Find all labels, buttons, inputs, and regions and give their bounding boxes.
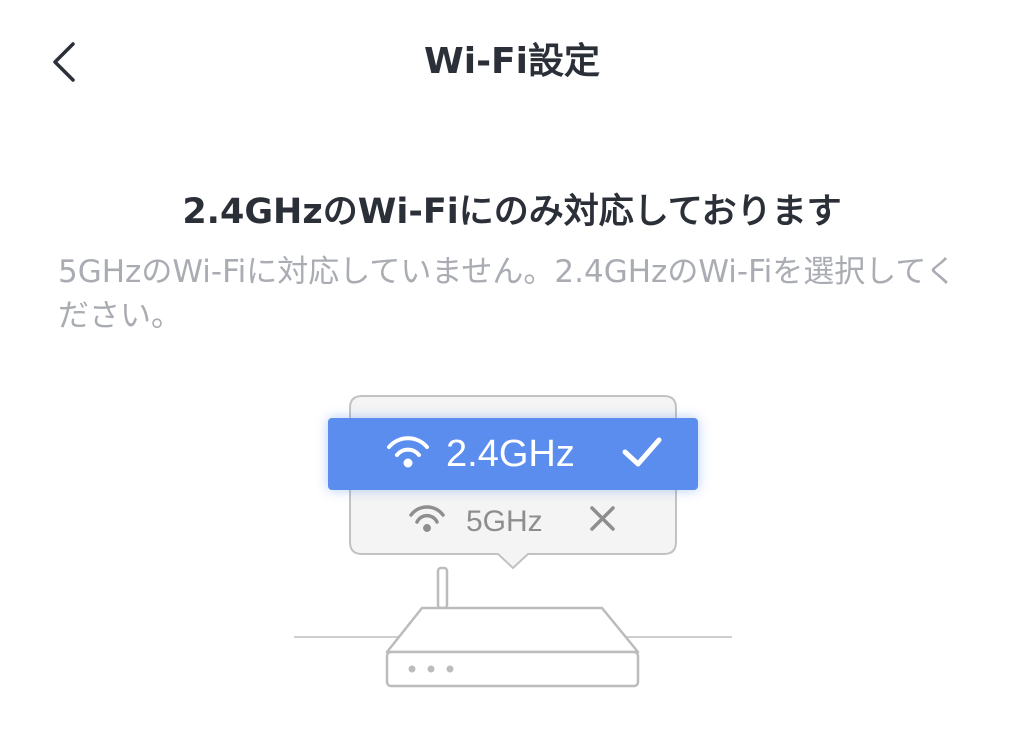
option-2-4ghz-label: 2.4GHz (446, 433, 575, 475)
wifi-band-illustration: 2.4GHz 5GHz (294, 395, 732, 688)
page-title: Wi-Fi設定 (424, 41, 600, 82)
wifi-settings-screen: Wi-Fi設定 2.4GHzのWi-Fiにのみ対応しております 5GHzのWi-… (0, 0, 1024, 741)
option-2-4ghz: 2.4GHz (328, 418, 698, 490)
option-5ghz-label: 5GHz (466, 505, 543, 538)
description: 5GHzのWi-Fiに対応していません。2.4GHzのWi-Fiを選択してくださ… (58, 254, 957, 334)
headline: 2.4GHzのWi-Fiにのみ対応しております (182, 192, 842, 232)
router-icon (385, 566, 640, 688)
header: Wi-Fi設定 (0, 0, 1024, 120)
